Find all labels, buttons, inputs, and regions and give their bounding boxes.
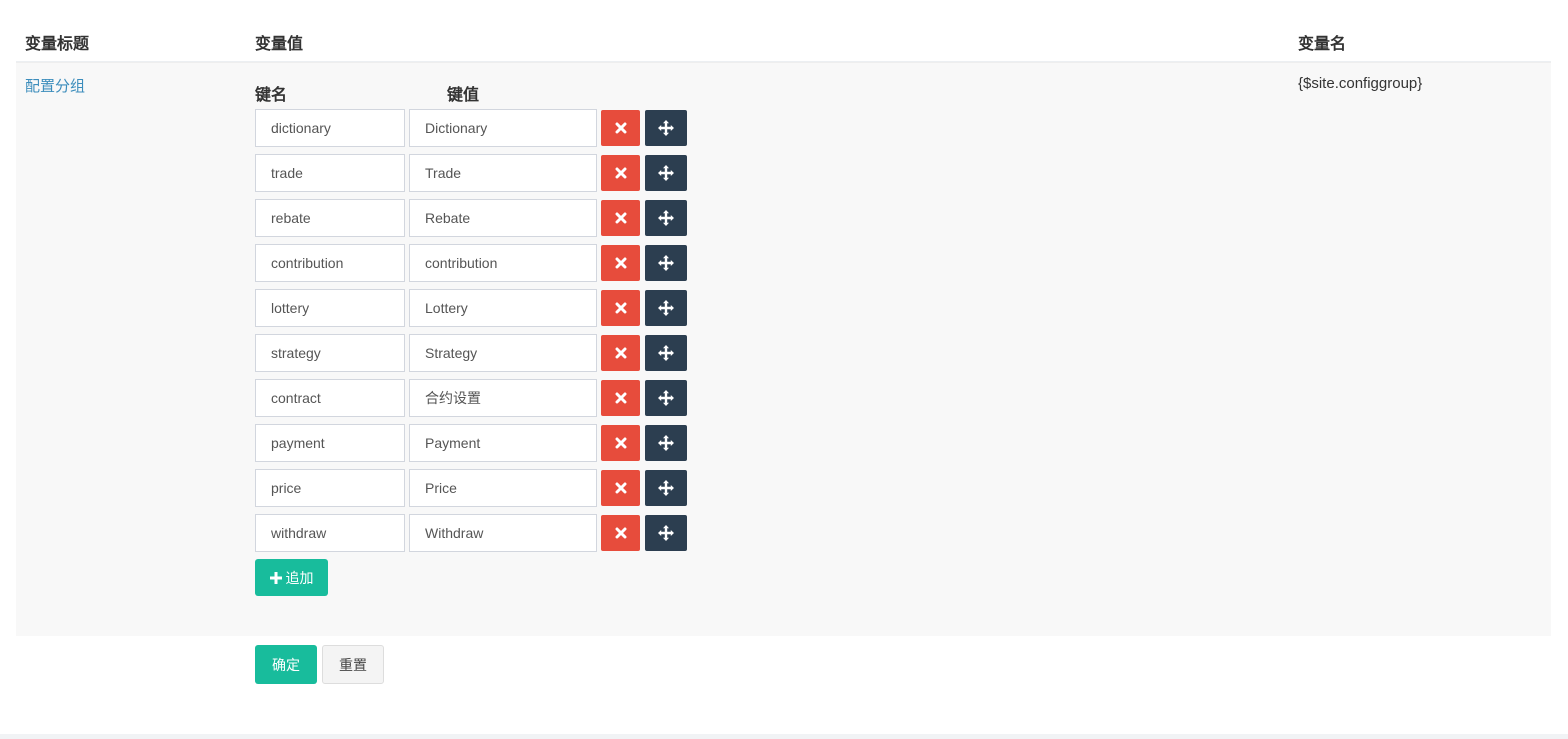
key-input[interactable]: withdraw xyxy=(255,514,405,552)
key-value-row: withdraw Withdraw xyxy=(255,514,695,552)
close-icon xyxy=(615,437,627,449)
delete-row-button[interactable] xyxy=(601,110,640,146)
reset-button[interactable]: 重置 xyxy=(322,645,384,684)
delete-row-button[interactable] xyxy=(601,335,640,371)
key-input[interactable]: dictionary xyxy=(255,109,405,147)
close-icon xyxy=(615,482,627,494)
delete-row-button[interactable] xyxy=(601,200,640,236)
header-variable-title: 变量标题 xyxy=(25,36,90,53)
move-arrows-icon xyxy=(658,165,674,181)
key-value-row: dictionary Dictionary xyxy=(255,109,695,147)
key-value-row: price Price xyxy=(255,469,695,507)
header-variable-name: 变量名 xyxy=(1298,36,1347,53)
value-input[interactable]: Withdraw xyxy=(409,514,597,552)
key-input[interactable]: strategy xyxy=(255,334,405,372)
drag-row-handle[interactable] xyxy=(645,200,687,236)
close-icon xyxy=(615,392,627,404)
close-icon xyxy=(615,347,627,359)
drag-row-handle[interactable] xyxy=(645,470,687,506)
move-arrows-icon xyxy=(658,345,674,361)
drag-row-handle[interactable] xyxy=(645,335,687,371)
value-column-header: 键值 xyxy=(447,87,480,104)
move-arrows-icon xyxy=(658,525,674,541)
move-arrows-icon xyxy=(658,300,674,316)
drag-row-handle[interactable] xyxy=(645,515,687,551)
value-input[interactable]: 合约设置 xyxy=(409,379,597,417)
key-input[interactable]: payment xyxy=(255,424,405,462)
move-arrows-icon xyxy=(658,435,674,451)
variable-name: {$site.configgroup} xyxy=(1298,75,1423,92)
drag-row-handle[interactable] xyxy=(645,155,687,191)
drag-row-handle[interactable] xyxy=(645,290,687,326)
close-icon xyxy=(615,257,627,269)
key-input[interactable]: lottery xyxy=(255,289,405,327)
config-row xyxy=(16,62,1551,636)
key-input[interactable]: contract xyxy=(255,379,405,417)
key-value-row: payment Payment xyxy=(255,424,695,462)
drag-row-handle[interactable] xyxy=(645,110,687,146)
move-arrows-icon xyxy=(658,480,674,496)
delete-row-button[interactable] xyxy=(601,380,640,416)
delete-row-button[interactable] xyxy=(601,290,640,326)
move-arrows-icon xyxy=(658,120,674,136)
key-value-row: rebate Rebate xyxy=(255,199,695,237)
value-input[interactable]: Strategy xyxy=(409,334,597,372)
value-input[interactable]: Payment xyxy=(409,424,597,462)
row-title-link[interactable]: 配置分组 xyxy=(25,75,85,96)
key-value-row: contribution contribution xyxy=(255,244,695,282)
value-input[interactable]: contribution xyxy=(409,244,597,282)
delete-row-button[interactable] xyxy=(601,425,640,461)
value-input[interactable]: Rebate xyxy=(409,199,597,237)
close-icon xyxy=(615,302,627,314)
delete-row-button[interactable] xyxy=(601,515,640,551)
delete-row-button[interactable] xyxy=(601,155,640,191)
plus-icon xyxy=(269,571,282,584)
close-icon xyxy=(615,122,627,134)
key-input[interactable]: rebate xyxy=(255,199,405,237)
key-column-header: 键名 xyxy=(255,87,288,104)
drag-row-handle[interactable] xyxy=(645,425,687,461)
key-value-row: trade Trade xyxy=(255,154,695,192)
value-input[interactable]: Price xyxy=(409,469,597,507)
close-icon xyxy=(615,212,627,224)
close-icon xyxy=(615,527,627,539)
key-input[interactable]: contribution xyxy=(255,244,405,282)
move-arrows-icon xyxy=(658,255,674,271)
add-row-button[interactable]: 追加 xyxy=(255,559,328,596)
add-button-label: 追加 xyxy=(285,569,314,586)
value-input[interactable]: Dictionary xyxy=(409,109,597,147)
key-input[interactable]: price xyxy=(255,469,405,507)
submit-button[interactable]: 确定 xyxy=(255,645,317,684)
footer-divider xyxy=(0,734,1568,739)
header-variable-value: 变量值 xyxy=(255,36,304,53)
value-input[interactable]: Lottery xyxy=(409,289,597,327)
key-value-row: strategy Strategy xyxy=(255,334,695,372)
move-arrows-icon xyxy=(658,390,674,406)
key-input[interactable]: trade xyxy=(255,154,405,192)
key-value-row: contract 合约设置 xyxy=(255,379,695,417)
key-value-row: lottery Lottery xyxy=(255,289,695,327)
delete-row-button[interactable] xyxy=(601,470,640,506)
drag-row-handle[interactable] xyxy=(645,245,687,281)
delete-row-button[interactable] xyxy=(601,245,640,281)
move-arrows-icon xyxy=(658,210,674,226)
value-input[interactable]: Trade xyxy=(409,154,597,192)
drag-row-handle[interactable] xyxy=(645,380,687,416)
close-icon xyxy=(615,167,627,179)
